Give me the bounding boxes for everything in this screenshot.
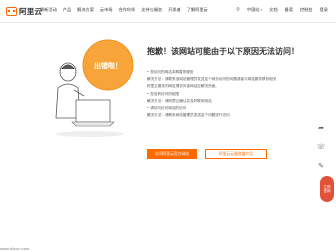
nav-item-about[interactable]: 了解阿里云 (187, 7, 208, 13)
logo-text: 阿里云 (19, 6, 43, 16)
nav-item-developers[interactable]: 开发者 (168, 7, 181, 13)
nav-item-support[interactable]: 支持与服务 (141, 7, 162, 13)
link-login[interactable]: 登录 (320, 7, 328, 13)
side-toolbar: ➦ ☏ ✎ (311, 124, 331, 170)
action-buttons: 访问阿里云官方网站 阿里云云服务器产品 (147, 149, 267, 159)
feedback-icon[interactable]: ✎ (318, 162, 324, 170)
nav-item-marketplace[interactable]: 云市场 (100, 7, 113, 13)
aliyun-logo[interactable]: 阿里云 (6, 6, 42, 16)
top-navigation-bar: 阿里云 最新活动 产品 解决方案 云市场 合作伙伴 支持与服务 开发者 了解阿里… (0, 0, 336, 23)
reason-line: • 您访问的网站本期暂停服务 (147, 70, 194, 74)
reason-line: • 您没有访问的权限 (147, 91, 180, 96)
main-nav: 最新活动 产品 解决方案 云市场 合作伙伴 支持与服务 开发者 了解阿里云 (40, 7, 208, 13)
link-docs[interactable]: 文档 (269, 7, 277, 13)
consult-float-button[interactable]: 立即咨询 (320, 176, 334, 202)
error-reasons-list: • 您访问的网站本期暂停服务 解决方法：请联系该网站管理员发送这个网页访问的问题… (147, 69, 317, 119)
nav-item-activity[interactable]: 最新活动 (40, 7, 57, 13)
nav-item-partners[interactable]: 合作伙伴 (119, 7, 136, 13)
header-right: ⚲ 中国站 ▾ 文档 备案 控制台 登录 (236, 7, 328, 13)
link-icp[interactable]: 备案 (285, 7, 293, 13)
reason-line: 解决方法：请联系网站管理员发送这个问题进行访问 (147, 113, 230, 118)
region-selector[interactable]: 中国站 ▾ (247, 7, 262, 13)
reason-line: 解决方法：请阿里云确认并及时联系网站 (147, 98, 212, 103)
footer-url[interactable]: www.aliyun.com (0, 246, 29, 252)
reason-line: • 请访问访问网站的访问 (147, 106, 187, 111)
search-icon[interactable]: ⚲ (236, 7, 240, 13)
error-title: 抱歉！该网站可能由于以下原因无法访问！ (147, 47, 299, 56)
reason-line: 解决方法：请联系该网站管理员发送这个网页访问的问题或者与网站服务联系相关 (147, 77, 277, 82)
link-console[interactable]: 控制台 (300, 7, 313, 13)
region-label: 中国站 (246, 7, 260, 12)
badge-text: 出错啦！ (94, 61, 122, 70)
error-illustration: 出错啦！ (55, 39, 134, 137)
reason-line: 阿里云服务内网处理访问该网站应解决页面。 (147, 84, 219, 89)
nav-item-products[interactable]: 产品 (63, 7, 71, 13)
visit-aliyun-button[interactable]: 访问阿里云官方网站 (147, 149, 197, 159)
share-icon[interactable]: ➦ (318, 124, 324, 132)
logo-icon (6, 6, 17, 16)
nav-item-solutions[interactable]: 解决方案 (77, 7, 94, 13)
ecs-product-button[interactable]: 阿里云云服务器产品 (205, 149, 267, 159)
chevron-down-icon: ▾ (260, 8, 263, 12)
phone-icon[interactable]: ☏ (317, 143, 326, 151)
